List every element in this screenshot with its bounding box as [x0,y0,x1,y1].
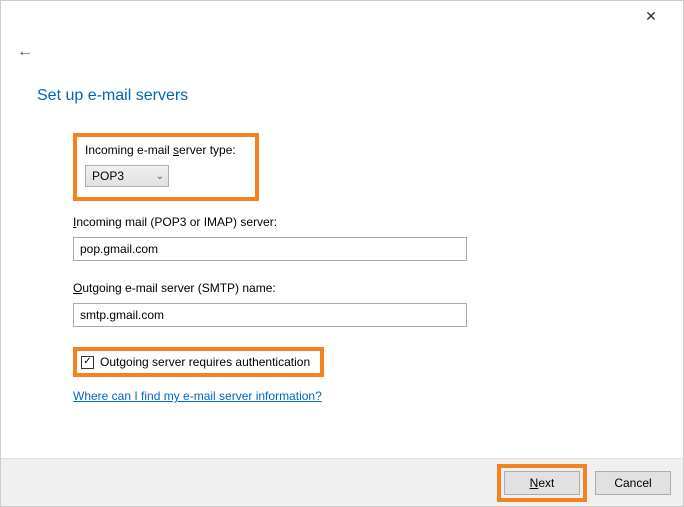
incoming-server-label: Incoming mail (POP3 or IMAP) server: [73,215,647,229]
help-link[interactable]: Where can I find my e-mail server inform… [73,389,322,403]
next-button[interactable]: Next [504,471,580,495]
next-button-highlight: Next [497,464,587,502]
incoming-server-input[interactable] [73,237,467,261]
incoming-type-label: Incoming e-mail server type: [85,143,247,157]
incoming-type-value: POP3 [92,169,124,183]
auth-checkbox-highlight: ✓ Outgoing server requires authenticatio… [73,347,324,377]
auth-checkbox-label: Outgoing server requires authentication [100,355,310,369]
checkmark-icon: ✓ [83,357,91,367]
cancel-button[interactable]: Cancel [595,471,671,495]
back-button[interactable]: ← [17,43,33,61]
outgoing-server-label: Outgoing e-mail server (SMTP) name: [73,281,647,295]
outgoing-server-input[interactable] [73,303,467,327]
auth-checkbox[interactable]: ✓ [81,356,94,369]
chevron-down-icon: ⌄ [156,171,164,182]
incoming-type-dropdown[interactable]: POP3 ⌄ [85,165,169,187]
close-button[interactable]: ✕ [631,8,671,25]
incoming-type-highlight: Incoming e-mail server type: POP3 ⌄ [73,133,259,201]
page-title: Set up e-mail servers [37,87,647,105]
dialog-footer: Next Cancel [1,458,683,506]
